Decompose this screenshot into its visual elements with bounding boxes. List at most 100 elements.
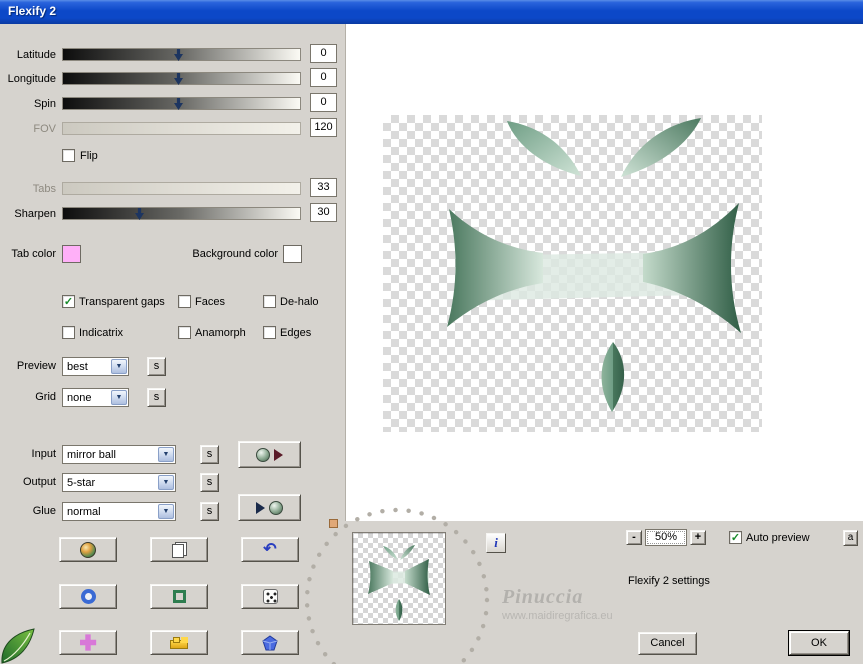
transparent-gaps-label: Transparent gaps — [79, 296, 165, 308]
chevron-down-icon[interactable]: ▼ — [158, 475, 174, 490]
faces-checkbox[interactable] — [178, 295, 191, 308]
tab-color-swatch[interactable] — [62, 245, 81, 263]
grid-s-button[interactable]: s — [147, 388, 166, 407]
flip-checkbox[interactable] — [62, 149, 75, 162]
auto-preview-checkbox[interactable]: ✓ — [729, 531, 742, 544]
dice-icon — [262, 589, 278, 604]
zoom-out-button[interactable]: - — [626, 530, 642, 545]
output-label: Output — [22, 476, 56, 488]
check-icon: ✓ — [63, 296, 74, 308]
play-icon — [256, 501, 265, 514]
copy-icon — [171, 541, 187, 558]
output-select-value: 5-star — [67, 477, 96, 489]
thumbnail-shapes — [368, 545, 430, 621]
glue-label: Glue — [32, 505, 56, 517]
brick-button[interactable] — [150, 630, 208, 655]
longitude-value[interactable]: 0 — [310, 68, 337, 87]
color-row: Tab color Background color — [0, 244, 345, 266]
tab-color-label: Tab color — [11, 248, 56, 260]
sharpen-slider[interactable] — [62, 207, 301, 220]
tabs-slider — [62, 182, 301, 195]
navigator-thumbnail[interactable] — [352, 532, 446, 625]
longitude-slider[interactable] — [62, 72, 301, 85]
zoom-in-button[interactable]: + — [690, 530, 706, 545]
grid-select[interactable]: none ▼ — [62, 388, 129, 407]
settings-text: Flexify 2 settings — [628, 575, 710, 587]
cross-icon — [79, 634, 97, 651]
edges-checkbox[interactable] — [263, 326, 276, 339]
dehalo-checkbox[interactable] — [263, 295, 276, 308]
flaming-pear-logo[interactable] — [0, 628, 38, 664]
globe-icon — [80, 541, 96, 558]
chevron-down-icon[interactable]: ▼ — [111, 359, 127, 374]
ok-button[interactable]: OK — [789, 631, 849, 655]
gem-icon — [262, 634, 278, 650]
cancel-button[interactable]: Cancel — [638, 632, 697, 655]
spin-label: Spin — [33, 98, 56, 110]
preview-label: Preview — [16, 360, 56, 372]
grid-select-value: none — [67, 392, 92, 404]
output-select[interactable]: 5-star ▼ — [62, 473, 176, 492]
globe-button[interactable] — [59, 537, 117, 562]
play-sphere-icon — [269, 500, 283, 515]
preview-select[interactable]: best ▼ — [62, 357, 129, 376]
fov-row: FOV 120 — [0, 118, 345, 143]
edges-label: Edges — [280, 327, 312, 339]
tabs-row: Tabs 33 — [0, 178, 345, 203]
tabs-label: Tabs — [32, 183, 56, 195]
copy-button[interactable] — [150, 537, 208, 562]
longitude-slider-thumb[interactable] — [174, 73, 183, 85]
input-render-button[interactable] — [238, 441, 301, 468]
anamorph-checkbox[interactable] — [178, 326, 191, 339]
latitude-value[interactable]: 0 — [310, 44, 337, 63]
background-color-swatch[interactable] — [283, 245, 302, 263]
sphere-play-icon — [256, 447, 270, 462]
spin-slider-thumb[interactable] — [174, 98, 183, 110]
input-label: Input — [31, 448, 56, 460]
preview-canvas[interactable] — [383, 115, 762, 432]
input-s-button[interactable]: s — [200, 445, 219, 464]
undo-icon: ↶ — [263, 540, 277, 558]
flip-row: Flip — [0, 148, 345, 170]
undo-button[interactable]: ↶ — [241, 537, 299, 562]
chevron-down-icon[interactable]: ▼ — [158, 447, 174, 462]
longitude-label: Longitude — [7, 73, 56, 85]
random-dice-button[interactable] — [241, 584, 299, 609]
sharpen-slider-thumb[interactable] — [135, 208, 144, 220]
chevron-down-icon[interactable]: ▼ — [111, 390, 127, 405]
auto-preview-label: Auto preview — [746, 532, 810, 544]
input-select[interactable]: mirror ball ▼ — [62, 445, 176, 464]
spin-row: Spin 0 — [0, 93, 345, 118]
ring-icon — [80, 589, 96, 604]
longitude-row: Longitude 0 — [0, 68, 345, 93]
auto-preview-side-button[interactable]: a — [843, 530, 858, 546]
anamorph-label: Anamorph — [195, 327, 246, 339]
preview-s-button[interactable]: s — [147, 357, 166, 376]
output-s-button[interactable]: s — [200, 473, 219, 492]
spin-value[interactable]: 0 — [310, 93, 337, 112]
grid-row: Grid none ▼ s — [0, 388, 345, 410]
latitude-slider-thumb[interactable] — [174, 49, 183, 61]
transparent-gaps-checkbox[interactable]: ✓ — [62, 295, 75, 308]
square-button[interactable] — [150, 584, 208, 609]
indicatrix-checkbox[interactable] — [62, 326, 75, 339]
spin-slider[interactable] — [62, 97, 301, 110]
render-shapes — [447, 118, 741, 412]
fov-slider — [62, 122, 301, 135]
ring-button[interactable] — [59, 584, 117, 609]
tabs-value[interactable]: 33 — [310, 178, 337, 197]
glue-s-button[interactable]: s — [200, 502, 219, 521]
info-button[interactable]: i — [486, 533, 506, 553]
glue-select[interactable]: normal ▼ — [62, 502, 176, 521]
indicatrix-label: Indicatrix — [79, 327, 124, 339]
leaf-icon — [1, 628, 35, 664]
window-titlebar[interactable]: Flexify 2 — [0, 0, 863, 24]
sharpen-value[interactable]: 30 — [310, 203, 337, 222]
latitude-slider[interactable] — [62, 48, 301, 61]
chevron-down-icon[interactable]: ▼ — [158, 504, 174, 519]
options-row-2: Indicatrix Anamorph Edges — [0, 325, 345, 347]
watermark-name: Pinuccia — [502, 586, 584, 608]
fov-value[interactable]: 120 — [310, 118, 337, 137]
cross-button[interactable] — [59, 630, 117, 655]
gem-button[interactable] — [241, 630, 299, 655]
